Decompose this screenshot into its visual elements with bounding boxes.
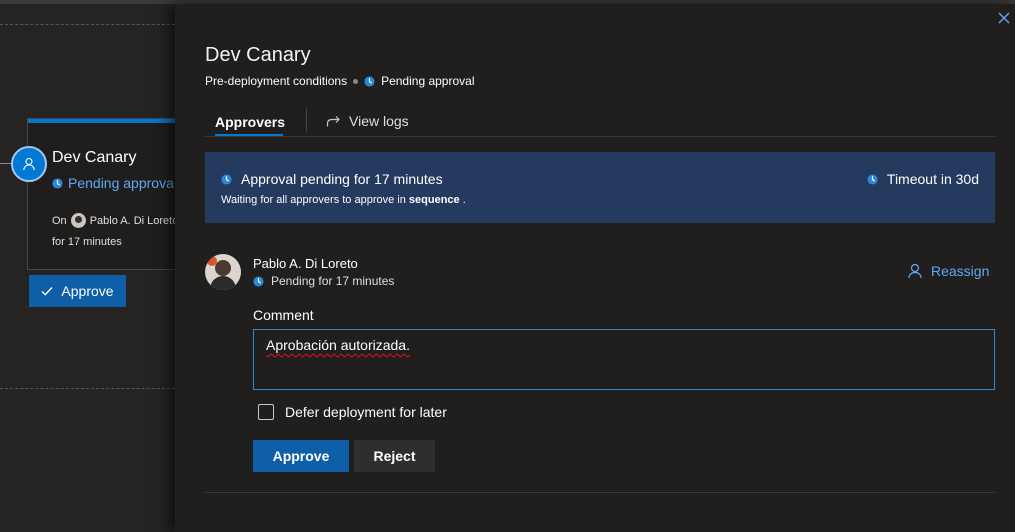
banner-subtext-suffix: . xyxy=(462,194,466,206)
approver-status: Pending for 17 minutes xyxy=(253,274,394,288)
panel-tabs: Approvers View logs xyxy=(205,108,995,137)
person-icon xyxy=(908,263,922,279)
stage-row-divider xyxy=(0,388,175,389)
avatar xyxy=(70,213,86,228)
separator-dot xyxy=(353,78,359,84)
reject-button[interactable]: Reject xyxy=(354,440,435,472)
banner-message-text: Approval pending for 17 minutes xyxy=(241,171,443,187)
clock-icon xyxy=(364,75,375,87)
defer-label: Defer deployment for later xyxy=(285,404,447,420)
stage-approve-button[interactable]: Approve xyxy=(29,275,126,307)
person-icon xyxy=(23,157,35,171)
approve-button[interactable]: Approve xyxy=(253,440,349,472)
comment-value: Aprobación autorizada. xyxy=(266,337,410,353)
approver-status-text: Pending for 17 minutes xyxy=(271,274,395,288)
approval-panel: Dev Canary Pre-deployment conditions Pen… xyxy=(175,4,1015,532)
comment-label: Comment xyxy=(253,307,314,323)
banner-subtext-prefix: Waiting for all approvers to approve in xyxy=(221,194,406,206)
breadcrumb-conditions: Pre-deployment conditions xyxy=(205,74,348,88)
reassign-button[interactable]: Reassign xyxy=(907,263,989,279)
clock-icon xyxy=(253,275,264,287)
clock-icon xyxy=(52,177,63,189)
divider xyxy=(205,492,995,493)
stage-approver-line: On Pablo A. Di Loreto xyxy=(52,213,175,228)
breadcrumb: Pre-deployment conditions Pending approv… xyxy=(205,74,474,88)
defer-deployment-checkbox[interactable]: Defer deployment for later xyxy=(258,404,447,420)
stage-approver-name: Pablo A. Di Loreto xyxy=(89,214,175,227)
stage-duration: for 17 minutes xyxy=(52,236,122,248)
breadcrumb-status: Pending approval xyxy=(381,74,475,88)
stage-row-divider xyxy=(0,24,175,25)
checkmark-icon xyxy=(41,287,53,296)
stage-approve-label: Approve xyxy=(61,283,114,299)
pipeline-canvas: Dev Canary Pending approva On Pablo A. D… xyxy=(0,4,175,532)
stage-status: Pending approva xyxy=(52,175,174,191)
stage-on-label: On xyxy=(52,214,67,227)
tab-view-logs[interactable]: View logs xyxy=(326,113,409,129)
checkbox-box[interactable] xyxy=(258,404,274,420)
approval-status-banner: Approval pending for 17 minutes Waiting … xyxy=(205,152,995,223)
clock-icon xyxy=(867,173,878,185)
reassign-label: Reassign xyxy=(931,263,990,279)
avatar xyxy=(205,254,241,290)
redo-arrow-icon xyxy=(326,115,340,126)
tab-view-logs-label: View logs xyxy=(349,113,409,129)
timeout-indicator: Timeout in 30d xyxy=(867,171,979,187)
stage-status-text: Pending approva xyxy=(68,175,174,191)
stage-title: Dev Canary xyxy=(52,149,137,166)
tab-approvers[interactable]: Approvers xyxy=(215,114,285,130)
close-icon[interactable] xyxy=(996,10,1012,26)
stage-approver-avatar xyxy=(11,146,47,182)
banner-message: Approval pending for 17 minutes xyxy=(221,171,443,187)
approver-name: Pablo A. Di Loreto xyxy=(253,256,358,271)
stage-card-dev-canary[interactable]: Dev Canary Pending approva On Pablo A. D… xyxy=(28,119,175,269)
clock-icon xyxy=(221,173,232,185)
banner-subtext-bold: sequence xyxy=(408,194,460,206)
comment-textarea[interactable]: Aprobación autorizada. xyxy=(253,329,995,390)
banner-subtext: Waiting for all approvers to approve in … xyxy=(221,194,466,206)
tab-divider xyxy=(306,108,307,132)
active-tab-indicator xyxy=(215,134,283,136)
timeout-text: Timeout in 30d xyxy=(886,171,979,187)
page-title: Dev Canary xyxy=(205,44,311,66)
